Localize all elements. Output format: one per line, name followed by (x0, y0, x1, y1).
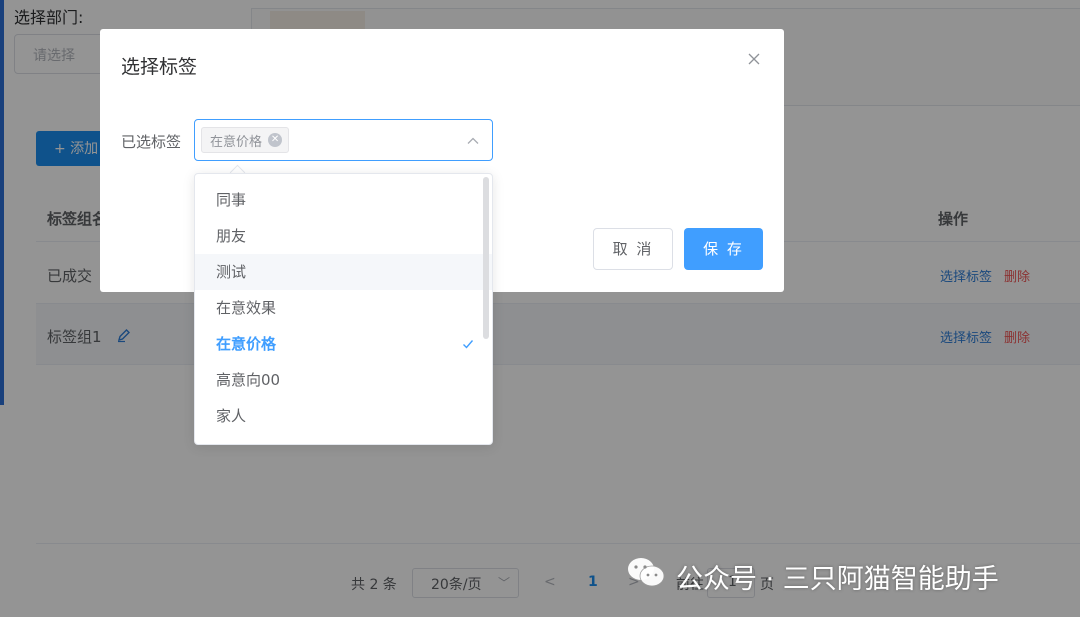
tag-close-icon[interactable]: ✕ (268, 133, 283, 147)
selected-tag: 在意价格 ✕ (201, 127, 290, 153)
dropdown-option[interactable]: 朋友 (195, 218, 492, 254)
watermark-text: 公众号 · 三只阿猫智能助手 (676, 564, 999, 595)
dialog-title: 选择标签 (121, 56, 198, 78)
selected-tag-label: 在意价格 (210, 134, 263, 150)
selected-tags-label: 已选标签 (121, 133, 182, 151)
dropdown-option[interactable]: 同事 (195, 182, 492, 218)
dropdown-option[interactable]: 高意向00 (195, 362, 492, 398)
save-button[interactable]: 保 存 (684, 228, 763, 270)
dropdown-scrollbar[interactable] (483, 177, 489, 339)
dropdown-option[interactable]: 在意效果 (195, 290, 492, 326)
dropdown-option[interactable]: 家人 (195, 398, 492, 434)
watermark: 公众号 · 三只阿猫智能助手 (626, 556, 999, 597)
wechat-icon (626, 556, 666, 597)
dropdown-option-selected[interactable]: 在意价格 (195, 326, 492, 362)
check-icon (462, 326, 474, 362)
tags-dropdown: 同事 朋友 测试 在意效果 在意价格 高意向00 家人 (194, 173, 493, 445)
cancel-button[interactable]: 取 消 (593, 228, 673, 270)
dropdown-option[interactable]: 测试 (195, 254, 492, 290)
dropdown-option-label: 在意价格 (216, 335, 277, 353)
close-icon[interactable] (746, 51, 762, 72)
chevron-up-icon[interactable] (466, 133, 480, 152)
